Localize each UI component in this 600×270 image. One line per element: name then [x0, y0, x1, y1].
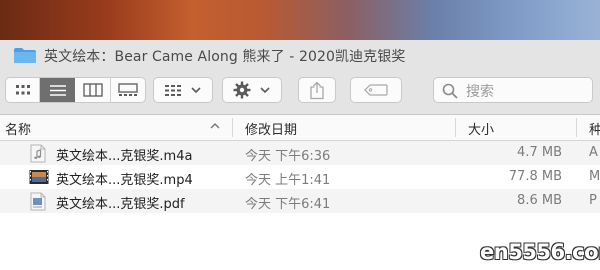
file-kind: A [589, 145, 598, 160]
gallery-view-button[interactable] [111, 78, 145, 102]
column-header-name[interactable]: 名称 [5, 119, 31, 138]
column-view-button[interactable] [75, 78, 110, 102]
folder-icon [14, 48, 36, 63]
column-view-icon [82, 83, 103, 97]
list-view-icon [49, 84, 66, 96]
icon-view-button[interactable] [6, 78, 39, 102]
file-date: 今天 上午1:41 [245, 173, 331, 188]
action-menu-button[interactable] [222, 77, 282, 103]
title-bar[interactable]: 英文绘本：Bear Came Along 熊来了 - 2020凯迪克银奖 [0, 40, 600, 72]
column-separator[interactable] [455, 118, 456, 137]
file-kind: M [589, 169, 600, 184]
file-size: 4.7 MB [517, 145, 562, 160]
file-row[interactable]: 英文绘本...克银奖.mp4 今天 上午1:41 77.8 MB M [0, 165, 600, 189]
view-mode-segmented-control [5, 77, 146, 103]
file-kind: P [589, 193, 597, 208]
share-icon [310, 81, 324, 99]
gallery-view-icon [118, 83, 138, 96]
column-separator[interactable] [576, 118, 577, 137]
desktop-wallpaper [0, 0, 600, 40]
file-row[interactable]: 英文绘本...克银奖.m4a 今天 下午6:36 4.7 MB A [0, 141, 600, 165]
file-row[interactable]: 英文绘本...克银奖.pdf 今天 下午6:41 8.6 MB P [0, 189, 600, 213]
sort-ascending-icon [210, 122, 220, 129]
file-size: 77.8 MB [508, 169, 562, 184]
toolbar: 搜索 [0, 72, 600, 115]
file-list: 英文绘本...克银奖.m4a 今天 下午6:36 4.7 MB A 英文绘本..… [0, 141, 600, 213]
group-by-icon [165, 84, 181, 96]
column-header-kind[interactable]: 种 [589, 119, 600, 138]
list-view-button[interactable] [40, 78, 75, 102]
group-by-button[interactable] [153, 77, 213, 103]
chevron-down-icon [191, 87, 201, 94]
file-date: 今天 下午6:36 [245, 149, 331, 164]
search-field[interactable]: 搜索 [433, 77, 593, 103]
tag-icon [364, 84, 388, 96]
icon-view-icon [15, 85, 30, 95]
chevron-down-icon [260, 87, 270, 94]
file-size: 8.6 MB [517, 193, 562, 208]
share-button[interactable] [298, 77, 336, 103]
audio-file-icon [30, 144, 46, 163]
window-title: 英文绘本：Bear Came Along 熊来了 - 2020凯迪克银奖 [44, 49, 406, 65]
column-separator[interactable] [232, 118, 233, 137]
file-name: 英文绘本...克银奖.mp4 [56, 173, 193, 188]
column-header-date-modified[interactable]: 修改日期 [245, 119, 297, 138]
column-header-size[interactable]: 大小 [468, 119, 494, 138]
search-icon [442, 83, 458, 99]
pdf-file-icon [30, 192, 46, 211]
gear-icon [233, 81, 251, 99]
site-watermark: en5556.com [480, 240, 600, 264]
file-name: 英文绘本...克银奖.pdf [56, 197, 185, 212]
video-file-icon [29, 170, 49, 184]
tags-button[interactable] [350, 77, 402, 103]
finder-window: 英文绘本：Bear Came Along 熊来了 - 2020凯迪克银奖 搜索 … [0, 40, 600, 270]
search-placeholder: 搜索 [466, 84, 494, 100]
file-name: 英文绘本...克银奖.m4a [56, 149, 193, 164]
column-header-row: 名称 修改日期 大小 种 [0, 115, 600, 141]
file-date: 今天 下午6:41 [245, 197, 331, 212]
